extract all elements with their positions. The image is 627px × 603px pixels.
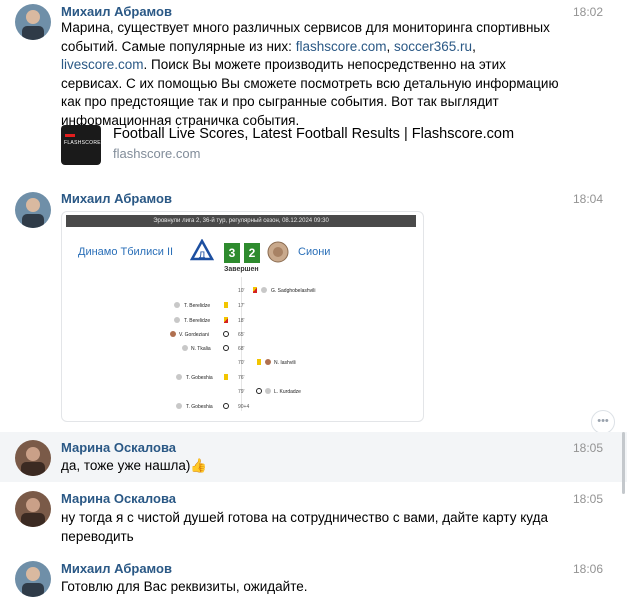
event-player: T. Gobeshia bbox=[186, 404, 213, 410]
link-livescore[interactable]: livescore.com bbox=[61, 57, 144, 72]
link-preview-logo[interactable]: FLASHSCORE bbox=[61, 125, 101, 165]
event-minute: 68' bbox=[238, 346, 245, 352]
home-score: 3 bbox=[224, 243, 240, 263]
text-separator: , bbox=[472, 38, 476, 54]
player-icon bbox=[174, 302, 180, 308]
player-icon bbox=[176, 374, 182, 380]
home-team: Динамо Тбилиси II bbox=[78, 246, 174, 258]
player-icon bbox=[265, 388, 271, 394]
link-preview-domain[interactable]: flashscore.com bbox=[113, 146, 200, 161]
author-name[interactable]: Михаил Абрамов bbox=[61, 4, 172, 19]
event-player: V. Gordeziani bbox=[179, 332, 209, 338]
player-icon bbox=[261, 287, 267, 293]
link-preview-title[interactable]: Football Live Scores, Latest Football Re… bbox=[113, 126, 514, 142]
message-text: ну тогда я с чистой душей готова на сотр… bbox=[61, 510, 548, 544]
message-1: Михаил Абрамов 18:02 Марина, существует … bbox=[0, 0, 627, 180]
event-player: N. Iashvili bbox=[274, 360, 296, 366]
player-icon bbox=[170, 331, 176, 337]
event-minute: 17' bbox=[238, 303, 245, 309]
link-flashscore[interactable]: flashscore.com bbox=[296, 39, 387, 54]
event-minute: 90+4 bbox=[238, 404, 250, 410]
message-time: 18:05 bbox=[572, 492, 603, 506]
event-minute: 76' bbox=[238, 375, 245, 381]
away-team: Сиони bbox=[298, 246, 331, 258]
player-icon bbox=[265, 359, 271, 365]
message-text: да, тоже уже нашла)👍 bbox=[61, 458, 208, 473]
event-icon bbox=[253, 287, 257, 293]
player-icon bbox=[182, 345, 188, 351]
event-minute: 70' bbox=[238, 360, 245, 366]
player-icon bbox=[174, 317, 180, 323]
match-header: Эровнули лига 2, 36-й тур, регулярный се… bbox=[66, 215, 416, 227]
logo-text: FLASHSCORE bbox=[64, 140, 101, 146]
yellow-card-icon bbox=[257, 359, 261, 365]
away-team-logo bbox=[267, 241, 289, 263]
match-image[interactable]: Эровнули лига 2, 36-й тур, регулярный се… bbox=[61, 211, 424, 422]
author-name[interactable]: Михаил Абрамов bbox=[61, 561, 172, 576]
avatar[interactable] bbox=[15, 4, 51, 40]
author-name[interactable]: Марина Оскалова bbox=[61, 440, 176, 455]
avatar[interactable] bbox=[15, 561, 51, 597]
event-minute: 79' bbox=[238, 389, 245, 395]
message-text: Марина, существует много различных серви… bbox=[61, 19, 561, 130]
goal-icon bbox=[223, 403, 229, 409]
event-player: N. Tkalia bbox=[191, 346, 211, 352]
yellow-card-icon bbox=[224, 374, 228, 380]
message-time: 18:02 bbox=[572, 5, 603, 19]
event-minute: 18' bbox=[238, 318, 245, 324]
event-player: T. Berelidze bbox=[184, 303, 211, 309]
red-card-icon bbox=[224, 317, 228, 323]
message-time: 18:06 bbox=[572, 562, 603, 576]
message-time: 18:05 bbox=[572, 441, 603, 455]
text-separator: , bbox=[386, 38, 395, 54]
goal-icon bbox=[223, 345, 229, 351]
event-player: T. Berelidze bbox=[184, 318, 211, 324]
avatar[interactable] bbox=[15, 192, 51, 228]
event-player: L. Kurdadze bbox=[274, 389, 301, 395]
message-3: Марина Оскалова 18:05 да, тоже уже нашла… bbox=[0, 432, 627, 482]
away-score: 2 bbox=[244, 243, 260, 263]
message-5: Михаил Абрамов 18:06 Готовлю для Вас рек… bbox=[0, 552, 627, 603]
avatar[interactable] bbox=[15, 491, 51, 527]
player-icon bbox=[176, 403, 182, 409]
event-minute: 65' bbox=[238, 332, 245, 338]
message-4: Марина Оскалова 18:05 ну тогда я с чисто… bbox=[0, 482, 627, 552]
yellow-card-icon bbox=[224, 302, 228, 308]
more-actions-button[interactable]: ••• bbox=[591, 410, 615, 434]
event-player: T. Gobeshia bbox=[186, 375, 213, 381]
author-name[interactable]: Михаил Абрамов bbox=[61, 191, 172, 206]
match-status: Завершен bbox=[224, 266, 259, 273]
event-player: G. Sadghobelashvili bbox=[271, 288, 316, 294]
avatar[interactable] bbox=[15, 440, 51, 476]
svg-text:Д: Д bbox=[198, 251, 205, 261]
message-text: Готовлю для Вас реквизиты, ожидайте. bbox=[61, 579, 308, 594]
home-team-logo: Д bbox=[190, 239, 214, 261]
event-minute: 10' bbox=[238, 288, 245, 294]
goal-icon bbox=[223, 331, 229, 337]
message-time: 18:04 bbox=[572, 192, 603, 206]
author-name[interactable]: Марина Оскалова bbox=[61, 491, 176, 506]
link-soccer365[interactable]: soccer365.ru bbox=[394, 39, 472, 54]
goal-icon bbox=[256, 388, 262, 394]
